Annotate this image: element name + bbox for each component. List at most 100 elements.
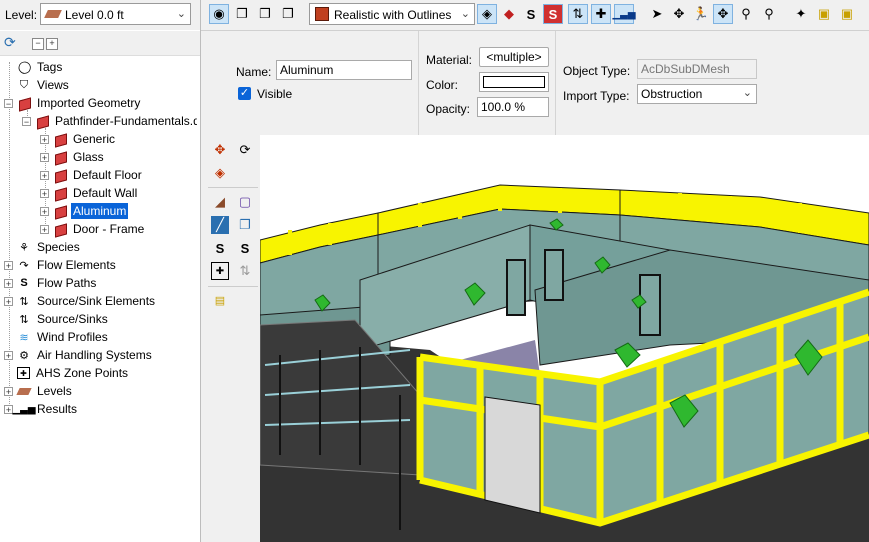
show-geometry-icon[interactable]: ◆ [499,4,519,24]
expand-toggle[interactable]: + [4,278,13,288]
add-ahs-icon[interactable]: ✚ [211,262,229,280]
level-select[interactable]: Level 0.0 ft ⌄ [40,3,191,25]
tree-item-aluminum[interactable]: + Aluminum [40,202,129,220]
expand-toggle[interactable]: + [40,134,49,144]
expand-toggle[interactable]: + [40,206,49,216]
show-flow-paths-icon[interactable]: S [521,4,541,24]
center-icon[interactable]: ✦ [791,4,811,24]
tree-item-source-sink-elements[interactable]: + ⇅ Source/Sink Elements [4,292,157,310]
material-label: Material: [426,53,473,67]
chevron-down-icon: ⌄ [176,8,186,20]
tree-item-source-sinks[interactable]: ⇅ Source/Sinks [4,310,110,328]
move-tool-icon[interactable]: ✥ [211,141,229,159]
rotate-tool-icon[interactable]: ⟳ [236,141,254,159]
tree-item-generic[interactable]: + Generic [40,130,117,148]
geometry-icon [53,222,67,236]
tree-item-label: Generic [73,132,116,146]
viewport-toolbar: ✥ ⟳ ◈ ◢ ▢ ╱ ❐ S S ✚ ⇅ ▤ [206,135,260,542]
draw-wall-icon[interactable]: ╱ [211,216,229,234]
tree-item-imported-geometry[interactable]: − Imported Geometry [4,94,142,112]
import-type-label: Import Type: [563,89,630,103]
show-ahs-icon[interactable]: ✚ [591,4,611,24]
view-geometry-icon[interactable]: ❐ [232,4,252,24]
tree-filter-icon[interactable]: ⟳ [4,34,16,51]
render-mode-select[interactable]: Realistic with Outlines ⌄ [309,3,475,25]
tree-item-levels[interactable]: + Levels [4,382,74,400]
expand-toggle[interactable]: + [40,170,49,180]
orbit-icon[interactable]: ✥ [669,4,689,24]
show-results-icon[interactable]: ▁▃▅ [612,4,636,24]
tree-item-default-floor[interactable]: + Default Floor [40,166,144,184]
expand-toggle[interactable]: + [40,188,49,198]
import-type-select[interactable]: Obstruction ⌄ [637,84,757,104]
ahs-icon: ⚙ [19,349,29,362]
tree-item-ahs-zone-points[interactable]: ✚ AHS Zone Points [4,364,130,382]
opacity-input[interactable]: 100.0 % [477,97,549,117]
draw-flow-path-icon[interactable]: S [211,239,229,257]
wind-icon: ≋ [19,331,29,344]
view-elements-icon[interactable]: ❐ [255,4,275,24]
name-input[interactable]: Aluminum [276,60,412,80]
tree-item-tags[interactable]: ◯ Tags [4,57,64,76]
collapse-toggle[interactable]: − [4,98,13,108]
expand-toggle[interactable]: + [40,224,49,234]
show-flow-paths-red-icon[interactable]: S [543,4,563,24]
expand-toggle[interactable]: + [4,296,13,306]
expand-all-button[interactable]: + [46,38,58,50]
tree-item-views[interactable]: ⛉ Views [4,76,71,94]
tree-item-default-wall[interactable]: + Default Wall [40,184,139,202]
tree-item-wind-profiles[interactable]: ≋ Wind Profiles [4,328,110,346]
measure-tool-icon[interactable]: ▤ [211,291,229,309]
show-all-icon[interactable]: ◈ [477,4,497,24]
draw-block-icon[interactable]: ❐ [236,216,254,234]
zoom-icon[interactable]: ⚲ [736,4,756,24]
fit-all-icon[interactable]: ▣ [837,4,857,24]
tree-item-flow-paths[interactable]: + S Flow Paths [4,274,98,292]
material-button[interactable]: <multiple> [479,47,549,67]
tree-item-label: Tags [37,60,63,74]
expand-toggle[interactable]: + [4,260,13,270]
add-source-sink-icon[interactable]: ⇅ [236,262,254,280]
collapse-toggle[interactable]: − [22,116,31,126]
draw-floor-icon[interactable]: ◢ [211,193,229,211]
pointer-icon[interactable]: ➤ [647,4,667,24]
tree-item-flow-elements[interactable]: + ↷ Flow Elements [4,256,118,274]
color-swatch-button[interactable] [479,72,549,92]
chevron-down-icon: ⌄ [742,87,752,99]
tree-item-results[interactable]: + ▁▃▅ Results [4,400,79,418]
tree-item-dwg-file[interactable]: − Pathfinder-Fundamentals.dwg [22,112,197,130]
visible-checkbox[interactable]: ✓ [238,87,251,100]
collapse-all-button[interactable]: − [32,38,44,50]
tree-item-glass[interactable]: + Glass [40,148,106,166]
render-mode-icon [315,7,329,21]
zoom-box-icon[interactable]: ⚲ [759,4,779,24]
draw-flow-path-alt-icon[interactable]: S [236,239,254,257]
tree-item-label: Flow Paths [37,276,97,290]
flow-paths-icon: S [20,277,28,289]
main-toolbar: ◉ ❐ ❐ ❐ Realistic with Outlines ⌄ ◈ ◆ S … [201,0,869,31]
tree-item-species[interactable]: ⚘ Species [4,238,82,256]
name-label: Name: [236,65,272,79]
tree-item-air-handling-systems[interactable]: + ⚙ Air Handling Systems [4,346,154,364]
tree-item-label: Views [37,78,69,92]
draw-room-icon[interactable]: ▢ [236,193,254,211]
select-mode-icon[interactable]: ◉ [209,4,229,24]
expand-toggle[interactable]: + [4,350,13,360]
tree-item-label: Wind Profiles [37,330,108,344]
level-icon [44,10,62,18]
3d-viewport[interactable] [260,135,869,542]
walk-icon[interactable]: 🏃 [691,4,711,24]
tree-item-label: AHS Zone Points [36,366,129,380]
tree-item-label: Results [37,402,78,416]
view-paths-icon[interactable]: ❐ [278,4,298,24]
expand-toggle[interactable]: + [40,152,49,162]
tree-item-door-frame[interactable]: + Door - Frame [40,220,146,238]
fit-selection-icon[interactable]: ▣ [814,4,834,24]
tree-item-label: Air Handling Systems [37,348,152,362]
pan-icon[interactable]: ✥ [713,4,733,24]
show-source-sinks-icon[interactable]: ⇅ [568,4,588,24]
mirror-tool-icon[interactable]: ◈ [211,164,229,182]
import-type-value: Obstruction [641,87,703,101]
expand-toggle[interactable]: + [4,386,13,396]
geometry-icon [53,150,67,164]
